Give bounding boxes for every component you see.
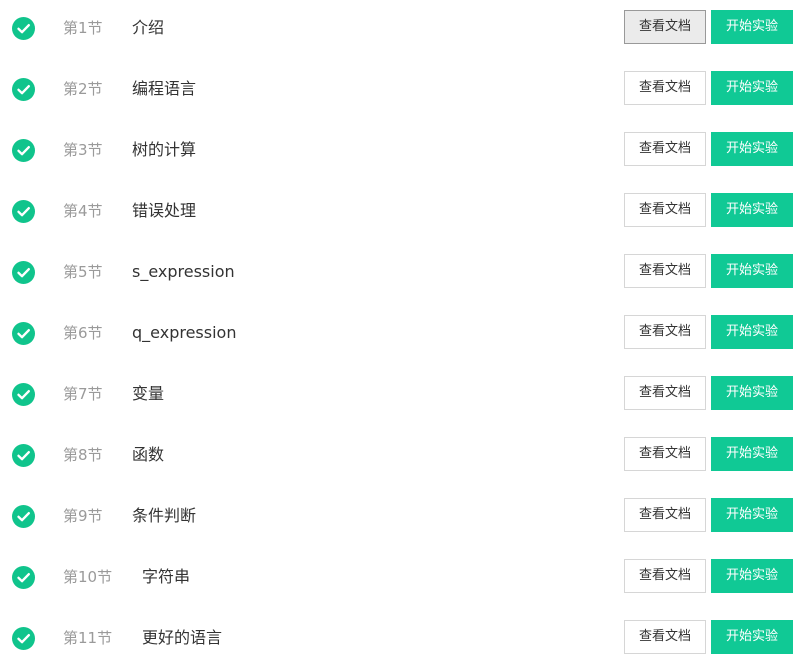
start-lab-button[interactable]: 开始实验 xyxy=(711,559,793,593)
view-doc-button[interactable]: 查看文档 xyxy=(624,193,706,227)
check-circle-icon xyxy=(12,200,35,223)
lesson-row: 第7节 变量 查看文档 开始实验 xyxy=(0,368,802,429)
lesson-title[interactable]: 条件判断 xyxy=(132,505,196,527)
lesson-row: 第1节 介绍 查看文档 开始实验 xyxy=(0,2,802,63)
check-circle-icon xyxy=(12,78,35,101)
start-lab-button[interactable]: 开始实验 xyxy=(711,132,793,166)
lesson-number: 第2节 xyxy=(63,80,103,98)
lesson-row: 第10节 字符串 查看文档 开始实验 xyxy=(0,551,802,612)
lesson-number: 第1节 xyxy=(63,19,103,37)
check-circle-icon xyxy=(12,261,35,284)
start-lab-button[interactable]: 开始实验 xyxy=(711,315,793,349)
lesson-number: 第4节 xyxy=(63,202,103,220)
lesson-title[interactable]: 错误处理 xyxy=(132,200,196,222)
lesson-title[interactable]: 编程语言 xyxy=(132,78,196,100)
lesson-number: 第3节 xyxy=(63,141,103,159)
lesson-title[interactable]: 字符串 xyxy=(142,566,190,588)
check-circle-icon xyxy=(12,566,35,589)
start-lab-button[interactable]: 开始实验 xyxy=(711,498,793,532)
lesson-title[interactable]: 函数 xyxy=(132,444,164,466)
view-doc-button[interactable]: 查看文档 xyxy=(624,10,706,44)
lesson-row: 第5节 s_expression 查看文档 开始实验 xyxy=(0,246,802,307)
view-doc-button[interactable]: 查看文档 xyxy=(624,437,706,471)
lesson-number: 第5节 xyxy=(63,263,103,281)
check-circle-icon xyxy=(12,17,35,40)
view-doc-button[interactable]: 查看文档 xyxy=(624,254,706,288)
view-doc-button[interactable]: 查看文档 xyxy=(624,71,706,105)
lesson-title[interactable]: 树的计算 xyxy=(132,139,196,161)
lesson-row: 第9节 条件判断 查看文档 开始实验 xyxy=(0,490,802,551)
lesson-number: 第11节 xyxy=(63,629,113,647)
check-circle-icon xyxy=(12,322,35,345)
lesson-title[interactable]: 变量 xyxy=(132,383,164,405)
lesson-title[interactable]: 介绍 xyxy=(132,17,164,39)
start-lab-button[interactable]: 开始实验 xyxy=(711,10,793,44)
lesson-number: 第6节 xyxy=(63,324,103,342)
lesson-row: 第3节 树的计算 查看文档 开始实验 xyxy=(0,124,802,185)
start-lab-button[interactable]: 开始实验 xyxy=(711,620,793,654)
view-doc-button[interactable]: 查看文档 xyxy=(624,498,706,532)
start-lab-button[interactable]: 开始实验 xyxy=(711,437,793,471)
lesson-number: 第8节 xyxy=(63,446,103,464)
check-circle-icon xyxy=(12,505,35,528)
lesson-title[interactable]: 更好的语言 xyxy=(142,627,222,649)
lesson-title[interactable]: s_expression xyxy=(132,261,235,283)
view-doc-button[interactable]: 查看文档 xyxy=(624,559,706,593)
lesson-list: 第1节 介绍 查看文档 开始实验 第2节 编程语言 查看文档 开始实验 第3节 … xyxy=(0,0,802,664)
lesson-number: 第10节 xyxy=(63,568,113,586)
view-doc-button[interactable]: 查看文档 xyxy=(624,376,706,410)
check-circle-icon xyxy=(12,383,35,406)
lesson-row: 第4节 错误处理 查看文档 开始实验 xyxy=(0,185,802,246)
view-doc-button[interactable]: 查看文档 xyxy=(624,132,706,166)
start-lab-button[interactable]: 开始实验 xyxy=(711,376,793,410)
view-doc-button[interactable]: 查看文档 xyxy=(624,315,706,349)
lesson-row: 第8节 函数 查看文档 开始实验 xyxy=(0,429,802,490)
check-circle-icon xyxy=(12,444,35,467)
check-circle-icon xyxy=(12,627,35,650)
lesson-row: 第6节 q_expression 查看文档 开始实验 xyxy=(0,307,802,368)
lesson-number: 第7节 xyxy=(63,385,103,403)
check-circle-icon xyxy=(12,139,35,162)
lesson-row: 第2节 编程语言 查看文档 开始实验 xyxy=(0,63,802,124)
start-lab-button[interactable]: 开始实验 xyxy=(711,254,793,288)
lesson-number: 第9节 xyxy=(63,507,103,525)
view-doc-button[interactable]: 查看文档 xyxy=(624,620,706,654)
lesson-title[interactable]: q_expression xyxy=(132,322,236,344)
lesson-row: 第11节 更好的语言 查看文档 开始实验 xyxy=(0,612,802,664)
start-lab-button[interactable]: 开始实验 xyxy=(711,71,793,105)
start-lab-button[interactable]: 开始实验 xyxy=(711,193,793,227)
